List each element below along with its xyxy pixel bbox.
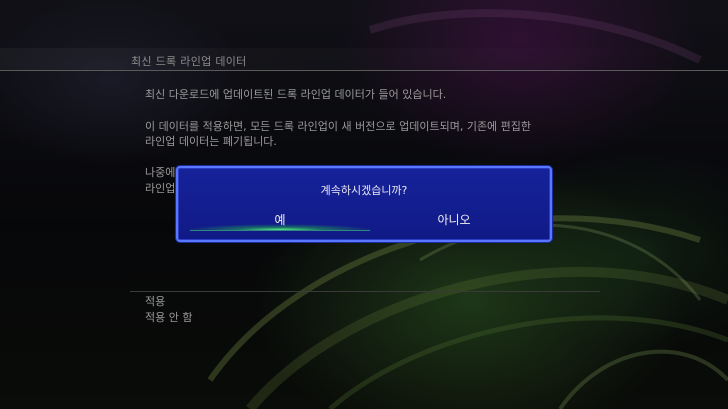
description-line: 최신 다운로드에 업데이트된 드록 라인업 데이터가 들어 있습니다. bbox=[145, 88, 447, 101]
option-apply[interactable]: 적용 bbox=[145, 293, 165, 309]
option-not-apply[interactable]: 적용 안 함 bbox=[145, 309, 192, 325]
description-line: 라인업 데이터는 폐기됩니다. bbox=[145, 135, 277, 148]
title-bar bbox=[0, 48, 728, 71]
yes-button[interactable]: 예 bbox=[190, 210, 370, 231]
confirm-dialog: 계속하시겠습니까? 예 아니오 bbox=[176, 166, 552, 242]
game-screen: 최신 드록 라인업 데이터 최신 다운로드에 업데이트된 드록 라인업 데이터가… bbox=[0, 0, 728, 409]
dialog-question: 계속하시겠습니까? bbox=[320, 184, 408, 197]
page-title: 최신 드록 라인업 데이터 bbox=[131, 55, 247, 68]
divider bbox=[130, 291, 600, 292]
description-line: 라인업 bbox=[145, 182, 176, 195]
no-button[interactable]: 아니오 bbox=[364, 210, 544, 230]
